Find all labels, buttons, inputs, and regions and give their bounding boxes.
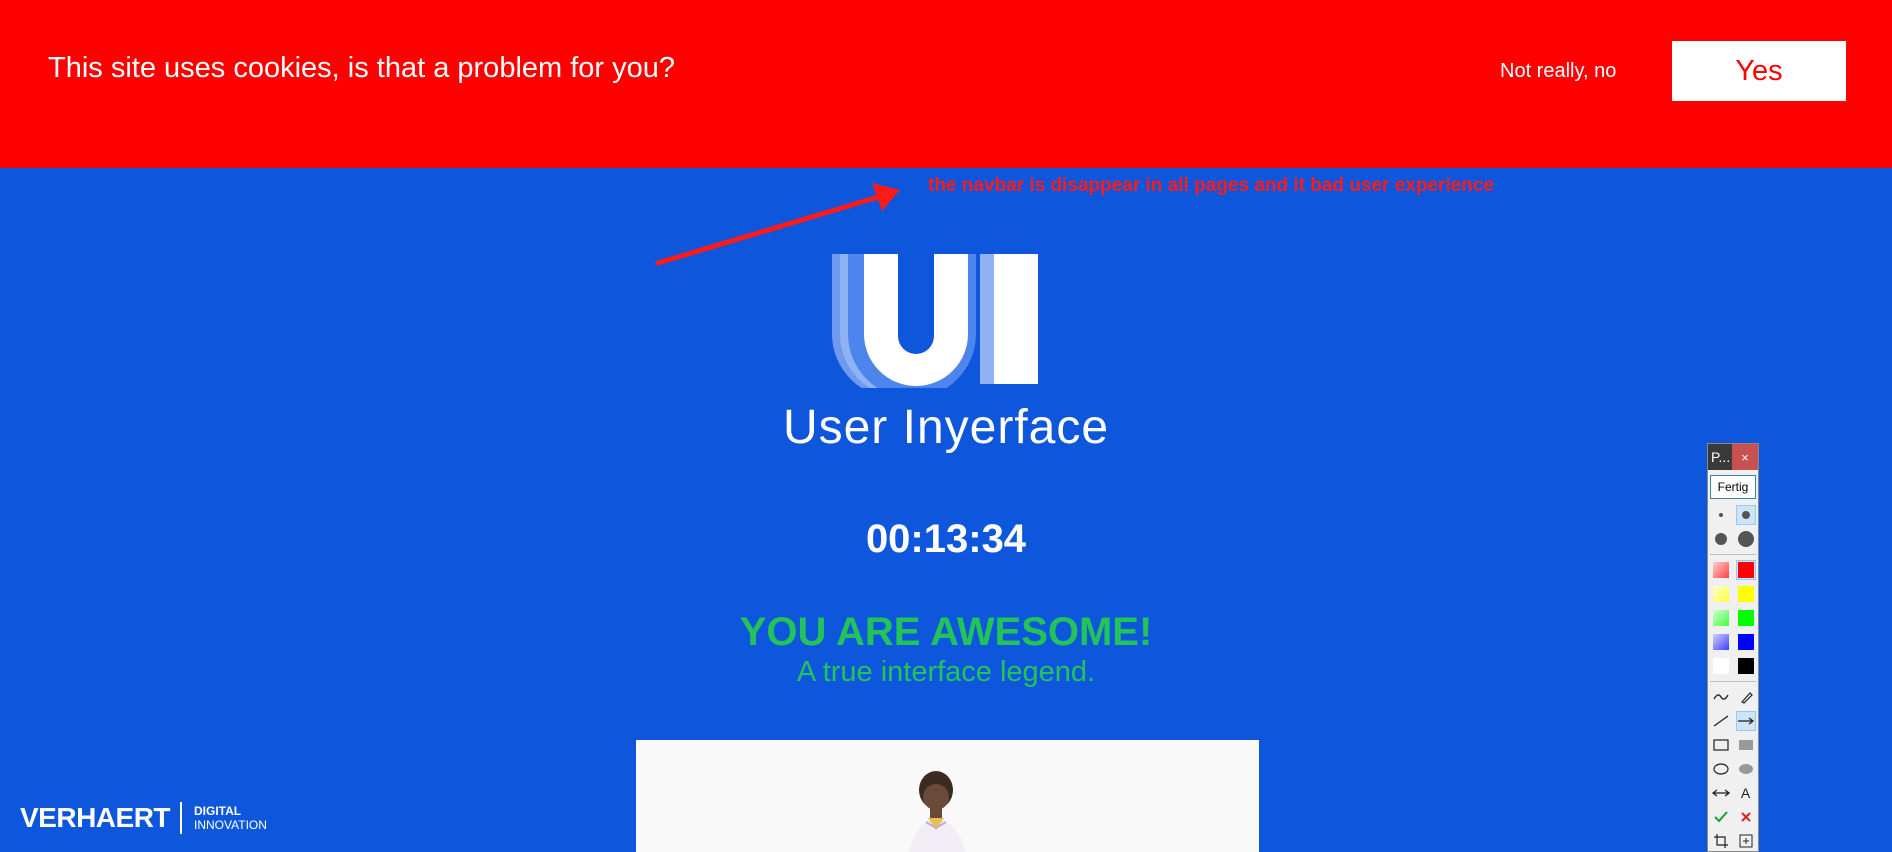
result-headline: YOU ARE AWESOME! (739, 610, 1153, 654)
filled-ellipse-icon[interactable] (1736, 759, 1756, 779)
celebration-image (636, 740, 1259, 852)
dancer-figure-icon (908, 771, 966, 852)
color-yellow-swatch[interactable] (1736, 584, 1756, 604)
drawing-tool-palette: P... × Fertig A (1707, 443, 1759, 852)
palette-divider (1710, 681, 1756, 682)
freehand-icon[interactable] (1711, 687, 1731, 707)
zoom-icon[interactable] (1736, 831, 1756, 851)
verhaert-tagline-line2: INNOVATION (194, 818, 267, 832)
delete-icon[interactable] (1736, 807, 1756, 827)
rectangle-icon[interactable] (1711, 735, 1731, 755)
color-red-swatch[interactable] (1735, 560, 1756, 580)
color-yellow-light-swatch[interactable] (1711, 584, 1731, 604)
pen-size-large-icon[interactable] (1711, 529, 1731, 549)
annotation-note: the navbar is disappear in all pages and… (928, 175, 1494, 196)
logo-name: User Inyerface (782, 401, 1110, 454)
verhaert-tagline: DIGITAL INNOVATION (194, 804, 267, 832)
color-black-swatch[interactable] (1736, 656, 1756, 676)
highlighter-icon[interactable] (1736, 687, 1756, 707)
palette-divider (1710, 554, 1756, 555)
color-white-swatch[interactable] (1711, 656, 1731, 676)
pen-size-xlarge-icon[interactable] (1736, 529, 1756, 549)
line-icon[interactable] (1711, 711, 1731, 731)
timer: 00:13:34 (865, 517, 1027, 561)
verhaert-tagline-line1: DIGITAL (194, 804, 242, 818)
cookie-accept-button[interactable]: Yes (1672, 41, 1846, 101)
color-blue-light-swatch[interactable] (1711, 632, 1731, 652)
color-red-light-swatch[interactable] (1711, 560, 1731, 580)
verhaert-logo: VERHAERT DIGITAL INNOVATION (20, 800, 267, 836)
verhaert-divider (180, 802, 183, 834)
cookie-banner: This site uses cookies, is that a proble… (0, 0, 1892, 168)
arrow-icon[interactable] (1735, 711, 1756, 731)
color-green-swatch[interactable] (1736, 608, 1756, 628)
color-blue-swatch[interactable] (1736, 632, 1756, 652)
ui-logo-icon (832, 254, 1038, 388)
filled-rectangle-icon[interactable] (1736, 735, 1756, 755)
cookie-message: This site uses cookies, is that a proble… (48, 52, 676, 84)
pen-size-small-icon[interactable] (1711, 505, 1731, 525)
double-arrow-icon[interactable] (1711, 783, 1731, 803)
text-icon[interactable]: A (1736, 783, 1756, 803)
palette-titlebar[interactable]: P... × (1708, 444, 1758, 470)
palette-done-button[interactable]: Fertig (1710, 475, 1756, 499)
result-subline: A true interface legend. (796, 656, 1096, 688)
color-green-light-swatch[interactable] (1711, 608, 1731, 628)
verhaert-name: VERHAERT (20, 802, 171, 833)
crop-icon[interactable] (1711, 831, 1731, 851)
close-icon[interactable]: × (1732, 444, 1758, 470)
confirm-icon[interactable] (1711, 807, 1731, 827)
palette-title: P... (1711, 449, 1731, 465)
pen-size-medium-icon[interactable] (1735, 505, 1756, 525)
cookie-decline-link[interactable]: Not really, no (1500, 60, 1616, 83)
ellipse-icon[interactable] (1711, 759, 1731, 779)
